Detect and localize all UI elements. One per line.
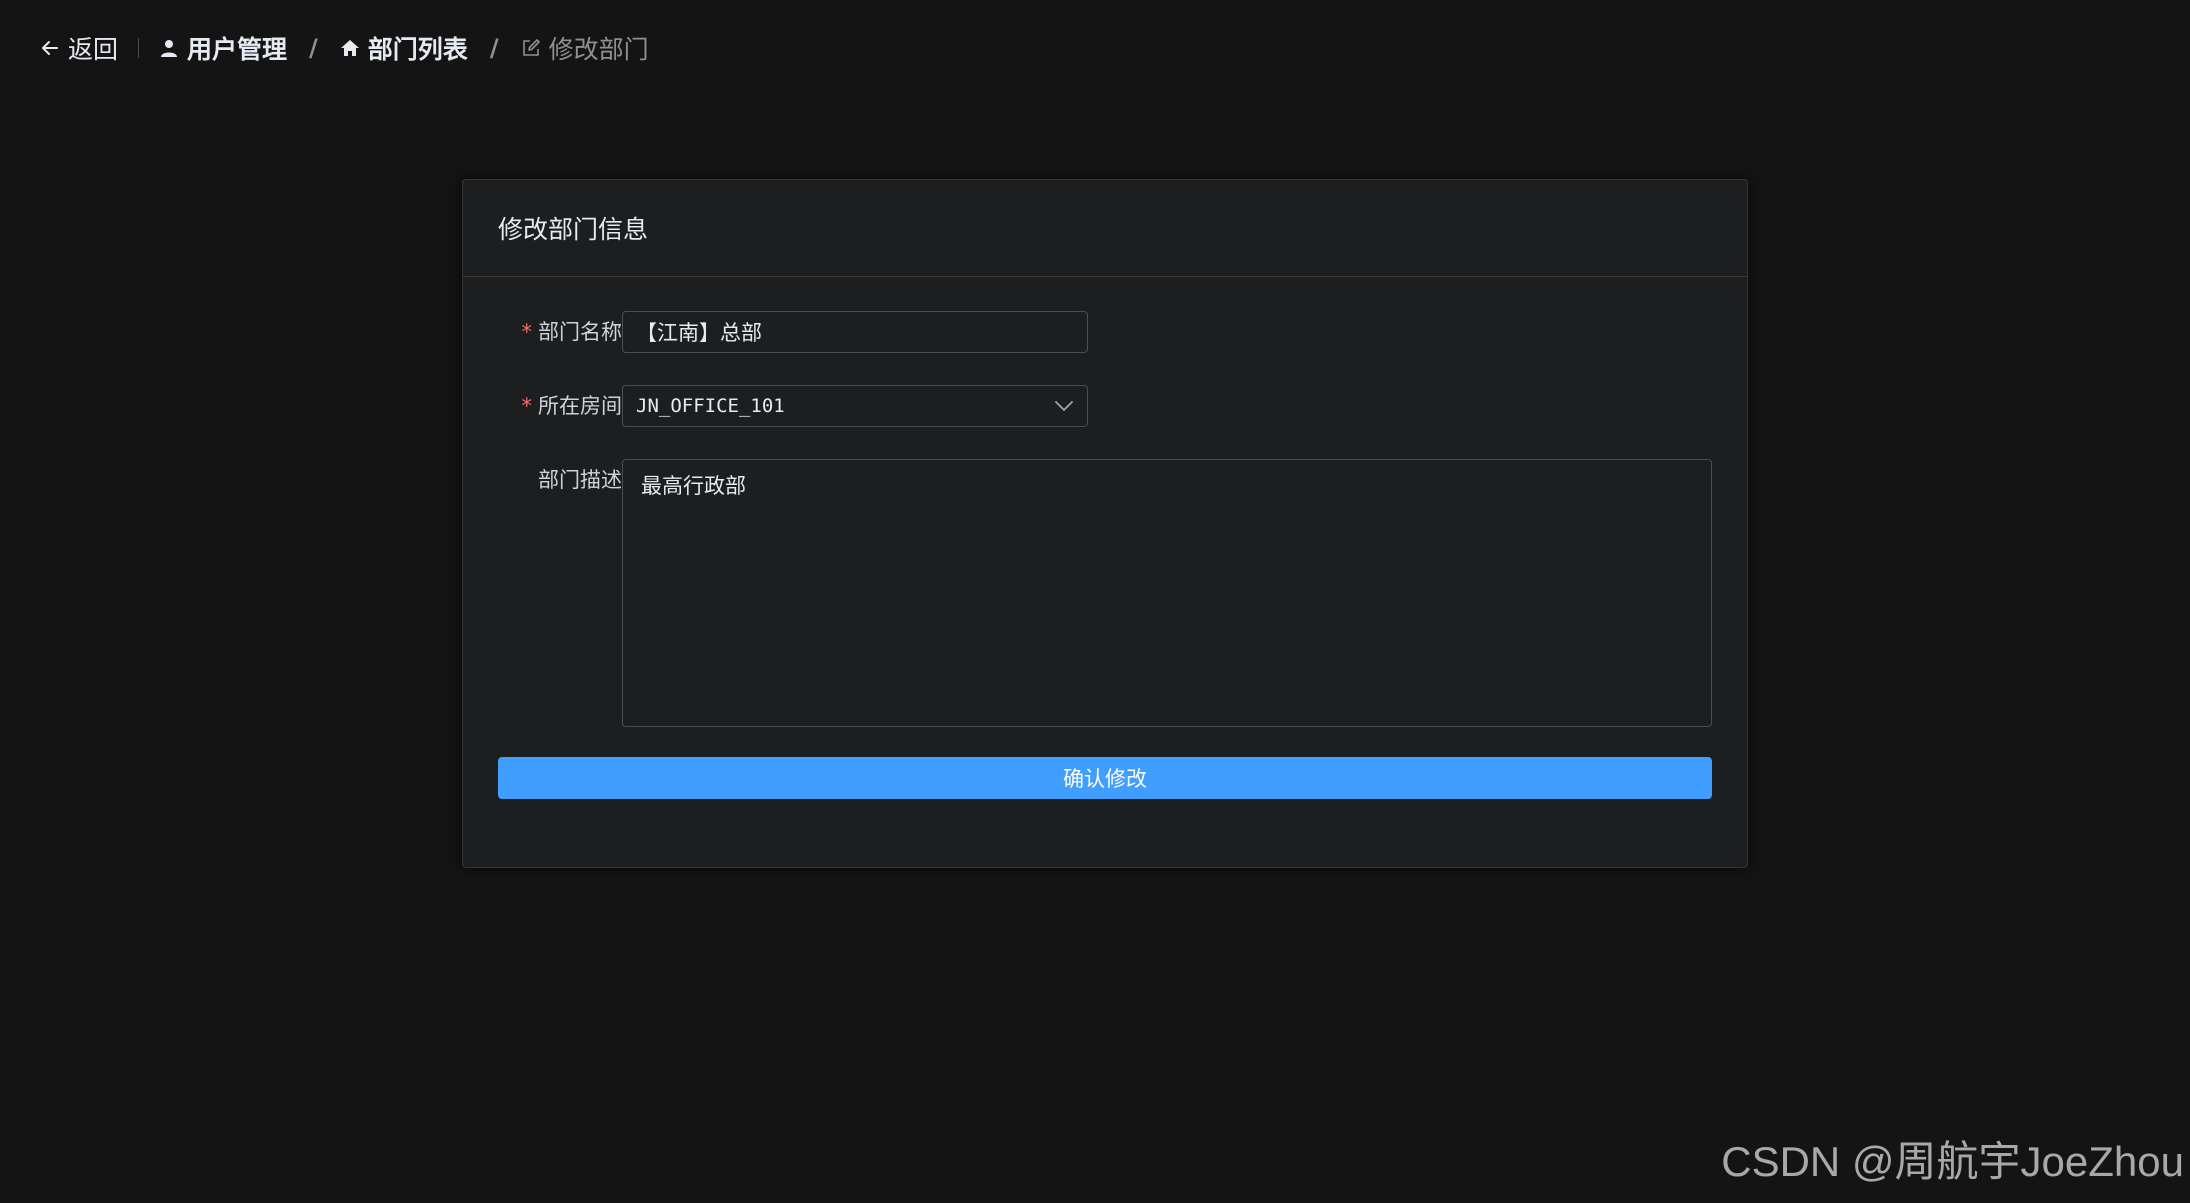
form-row-room: * 所在房间 JN_OFFICE_101 bbox=[498, 385, 1712, 427]
breadcrumb-department-list[interactable]: 部门列表 bbox=[340, 30, 468, 66]
breadcrumb-edit-department: 修改部门 bbox=[521, 30, 649, 66]
breadcrumb-user-management[interactable]: 用户管理 bbox=[159, 30, 287, 66]
back-label: 返回 bbox=[68, 35, 119, 64]
room-select-value: JN_OFFICE_101 bbox=[636, 395, 785, 417]
page-header: 返回 用户管理 / 部门列表 / 修改部门 bbox=[40, 28, 649, 68]
breadcrumb-label: 用户管理 bbox=[187, 35, 288, 64]
form-row-name: * 部门名称 【江南】总部 bbox=[498, 311, 1712, 353]
card-title: 修改部门信息 bbox=[463, 180, 1747, 277]
room-label: * 所在房间 bbox=[521, 394, 623, 418]
back-button[interactable]: 返回 bbox=[40, 30, 118, 66]
form-row-description: 部门描述 最高行政部 bbox=[498, 459, 1712, 727]
description-label: 部门描述 bbox=[538, 468, 622, 492]
required-mark: * bbox=[521, 320, 533, 344]
breadcrumb-label: 部门列表 bbox=[367, 35, 468, 64]
arrow-left-icon bbox=[42, 41, 58, 55]
header-divider bbox=[138, 38, 140, 58]
edit-department-card: 修改部门信息 * 部门名称 【江南】总部 * 所在房间 JN_OFFICE_101 bbox=[462, 179, 1748, 868]
breadcrumb-separator: / bbox=[489, 34, 499, 62]
edit-department-form: * 部门名称 【江南】总部 * 所在房间 JN_OFFICE_101 部门描述 … bbox=[463, 277, 1747, 799]
home-icon bbox=[340, 40, 359, 56]
user-icon bbox=[161, 40, 178, 57]
name-label: * 部门名称 bbox=[521, 320, 623, 344]
confirm-edit-button[interactable]: 确认修改 bbox=[498, 757, 1712, 799]
breadcrumb-label: 修改部门 bbox=[548, 35, 649, 64]
breadcrumb-separator: / bbox=[309, 34, 318, 62]
edit-icon bbox=[522, 39, 540, 56]
department-name-input[interactable]: 【江南】总部 bbox=[622, 311, 1088, 353]
department-description-textarea[interactable]: 最高行政部 bbox=[622, 459, 1712, 727]
room-select[interactable]: JN_OFFICE_101 bbox=[622, 385, 1088, 427]
watermark: CSDN @周航宇JoeZhou bbox=[1721, 1138, 2184, 1185]
chevron-down-icon bbox=[1055, 401, 1073, 411]
required-mark: * bbox=[521, 394, 533, 418]
